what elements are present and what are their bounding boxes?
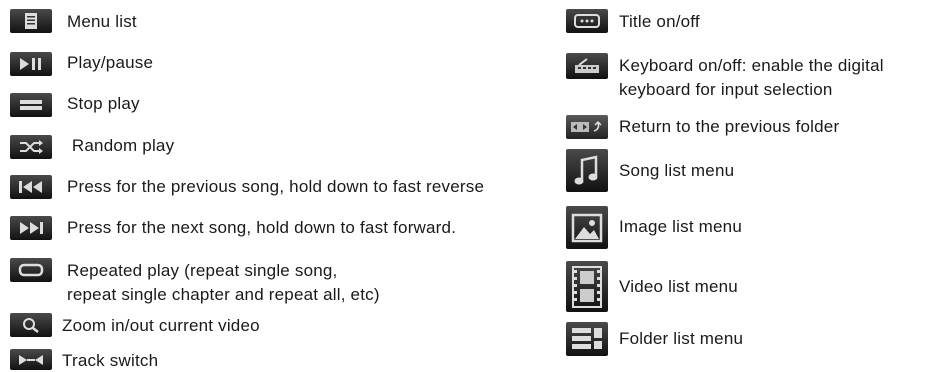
shuffle-icon <box>10 135 52 159</box>
music-note-icon <box>566 149 608 192</box>
legend-label: Random play <box>67 136 175 155</box>
legend-label-line-2: repeat single chapter and repeat all, et… <box>67 285 380 304</box>
repeat-icon <box>10 258 52 282</box>
legend-label: Return to the previous folder <box>619 117 840 136</box>
keyboard-icon <box>566 53 608 79</box>
legend-label: Folder list menu <box>619 329 744 348</box>
next-icon <box>10 216 52 240</box>
legend-label: Stop play <box>67 94 140 113</box>
track-switch-icon <box>10 349 52 370</box>
legend-label: Press for the previous song, hold down t… <box>67 177 485 196</box>
legend-label: Track switch <box>62 351 159 370</box>
legend-label: Title on/off <box>619 12 700 31</box>
menu-list-icon <box>10 9 52 33</box>
legend-label: Song list menu <box>619 161 735 180</box>
zoom-icon <box>10 313 52 337</box>
legend-label: Video list menu <box>619 277 738 296</box>
legend-label-line-2: keyboard for input selection <box>619 80 833 99</box>
legend-label: Image list menu <box>619 217 742 236</box>
legend-label: Press for the next song, hold down to fa… <box>67 218 457 237</box>
stop-icon <box>10 93 52 117</box>
legend-label: Zoom in/out current video <box>62 316 260 335</box>
play-pause-icon <box>10 52 52 76</box>
return-folder-icon <box>566 115 608 139</box>
previous-icon <box>10 175 52 199</box>
image-icon <box>566 206 608 249</box>
legend-label: Play/pause <box>67 53 154 72</box>
film-icon <box>566 261 608 312</box>
title-icon <box>566 9 608 33</box>
legend-label: Keyboard on/off: enable the digital <box>619 56 884 75</box>
legend-label: Repeated play (repeat single song, <box>67 261 338 280</box>
legend-label: Menu list <box>67 12 137 31</box>
folder-list-icon <box>566 322 608 356</box>
